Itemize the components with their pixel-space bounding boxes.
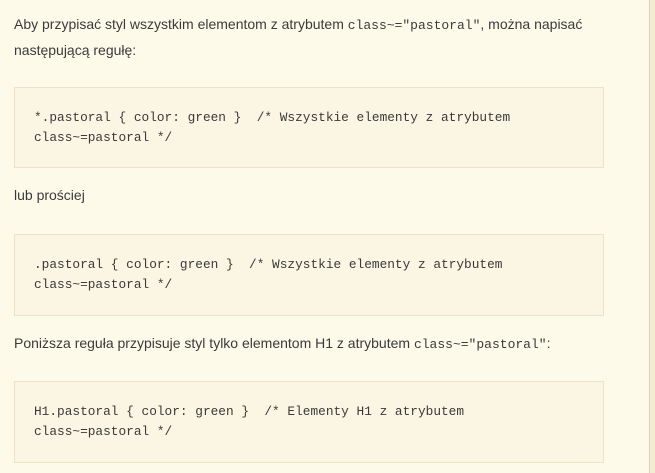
code-line: class~=pastoral */: [34, 130, 173, 145]
code-block-text: .pastoral { color: green } /* Wszystkie …: [34, 255, 502, 295]
paragraph-h1-rule: Poniższa reguła przypisuje styl tylko el…: [14, 331, 550, 357]
code-line: .pastoral { color: green } /* Wszystkie …: [34, 257, 503, 272]
page-edge: [650, 0, 655, 473]
code-block-h1-selector: H1.pastoral { color: green } /* Elementy…: [14, 381, 604, 463]
code-block-universal-selector: *.pastoral { color: green } /* Wszystkie…: [14, 87, 604, 168]
code-block-class-selector: .pastoral { color: green } /* Wszystkie …: [14, 234, 604, 316]
inline-code-class-pastoral: class~="pastoral": [347, 18, 481, 33]
code-line: class~=pastoral */: [34, 424, 173, 439]
code-line: class~=pastoral */: [34, 277, 173, 292]
inline-code-class-pastoral: class~="pastoral": [413, 337, 547, 352]
paragraph-or-simpler: lub prościej: [14, 187, 85, 203]
paragraph-intro-text-before: Aby przypisać styl wszystkim elementom z…: [14, 16, 348, 32]
code-block-text: *.pastoral { color: green } /* Wszystkie…: [34, 108, 510, 148]
paragraph-intro: Aby przypisać styl wszystkim elementom z…: [14, 12, 614, 62]
code-line: H1.pastoral { color: green } /* Elementy…: [34, 404, 465, 419]
paragraph-h1-text-after: :: [546, 335, 551, 351]
document-page: Aby przypisać styl wszystkim elementom z…: [0, 0, 650, 473]
code-line: *.pastoral { color: green } /* Wszystkie…: [34, 110, 511, 125]
paragraph-h1-text-before: Poniższa reguła przypisuje styl tylko el…: [14, 335, 414, 351]
code-block-text: H1.pastoral { color: green } /* Elementy…: [34, 402, 464, 442]
